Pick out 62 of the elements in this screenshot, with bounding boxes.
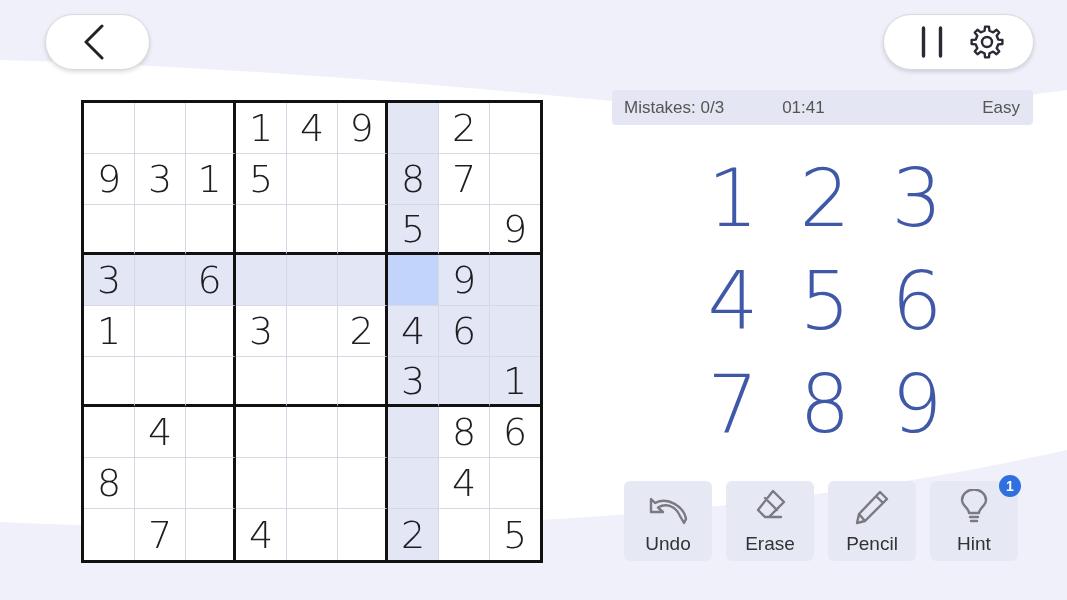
number-key[interactable]: 4	[687, 250, 779, 353]
grid-cell[interactable]: 2	[338, 306, 388, 357]
grid-cell[interactable]: 4	[388, 306, 439, 357]
grid-cell[interactable]	[186, 407, 236, 458]
grid-cell[interactable]: 5	[388, 205, 439, 255]
grid-cell[interactable]: 6	[439, 306, 490, 357]
mistakes-counter: Mistakes: 0/3	[624, 97, 725, 118]
number-key[interactable]: 9	[871, 353, 963, 456]
grid-cell[interactable]: 3	[388, 357, 439, 407]
lightbulb-icon	[960, 489, 988, 525]
grid-cell[interactable]: 3	[84, 255, 135, 306]
grid-cell[interactable]: 1	[84, 306, 135, 357]
timer: 01:41	[782, 97, 825, 118]
grid-cell[interactable]	[186, 205, 236, 255]
difficulty-label: Easy	[982, 97, 1020, 118]
erase-button[interactable]: Erase	[726, 481, 814, 561]
undo-arrow-icon	[648, 495, 688, 525]
grid-cell[interactable]: 2	[439, 103, 490, 154]
grid-cell[interactable]: 4	[287, 103, 338, 154]
grid-cell[interactable]: 4	[439, 458, 490, 509]
undo-button[interactable]: Undo	[624, 481, 712, 561]
grid-cell[interactable]: 1	[186, 154, 236, 205]
grid-cell[interactable]	[186, 306, 236, 357]
grid-cell[interactable]: 1	[490, 357, 540, 407]
back-button[interactable]	[45, 14, 150, 70]
grid-cell[interactable]: 6	[186, 255, 236, 306]
number-key[interactable]: 5	[779, 250, 871, 353]
grid-cell[interactable]: 1	[236, 103, 287, 154]
grid-cell[interactable]: 8	[388, 154, 439, 205]
grid-cell[interactable]	[338, 205, 388, 255]
pencil-button[interactable]: Pencil	[828, 481, 916, 561]
grid-cell[interactable]	[338, 255, 388, 306]
grid-cell[interactable]	[338, 154, 388, 205]
settings-button[interactable]	[969, 25, 1004, 59]
number-key[interactable]: 2	[779, 147, 871, 250]
grid-cell[interactable]	[338, 458, 388, 509]
pencil-icon	[854, 489, 890, 525]
settings-icon	[969, 25, 1004, 59]
grid-cell[interactable]	[186, 103, 236, 154]
grid-cell[interactable]: 8	[439, 407, 490, 458]
grid-cell[interactable]: 5	[236, 154, 287, 205]
grid-cell[interactable]	[186, 458, 236, 509]
grid-cell[interactable]: 2	[388, 509, 439, 560]
pause-icon	[919, 26, 944, 58]
number-key[interactable]: 1	[687, 147, 779, 250]
grid-cell[interactable]: 3	[135, 154, 186, 205]
grid-cell[interactable]: 4	[135, 407, 186, 458]
grid-cell[interactable]: 9	[439, 255, 490, 306]
grid-cell[interactable]: 9	[338, 103, 388, 154]
number-key[interactable]: 7	[687, 353, 779, 456]
number-key[interactable]: 8	[779, 353, 871, 456]
pause-button[interactable]	[919, 26, 944, 58]
grid-cell[interactable]	[338, 407, 388, 458]
number-key[interactable]: 6	[871, 250, 963, 353]
grid-cell[interactable]: 8	[84, 458, 135, 509]
grid-cell[interactable]: 7	[439, 154, 490, 205]
grid-cell[interactable]	[338, 357, 388, 407]
grid-cell[interactable]	[186, 357, 236, 407]
grid-cell[interactable]: 9	[84, 154, 135, 205]
number-key[interactable]: 3	[871, 147, 963, 250]
grid-cell[interactable]: 3	[236, 306, 287, 357]
chevron-left-icon	[82, 24, 105, 60]
